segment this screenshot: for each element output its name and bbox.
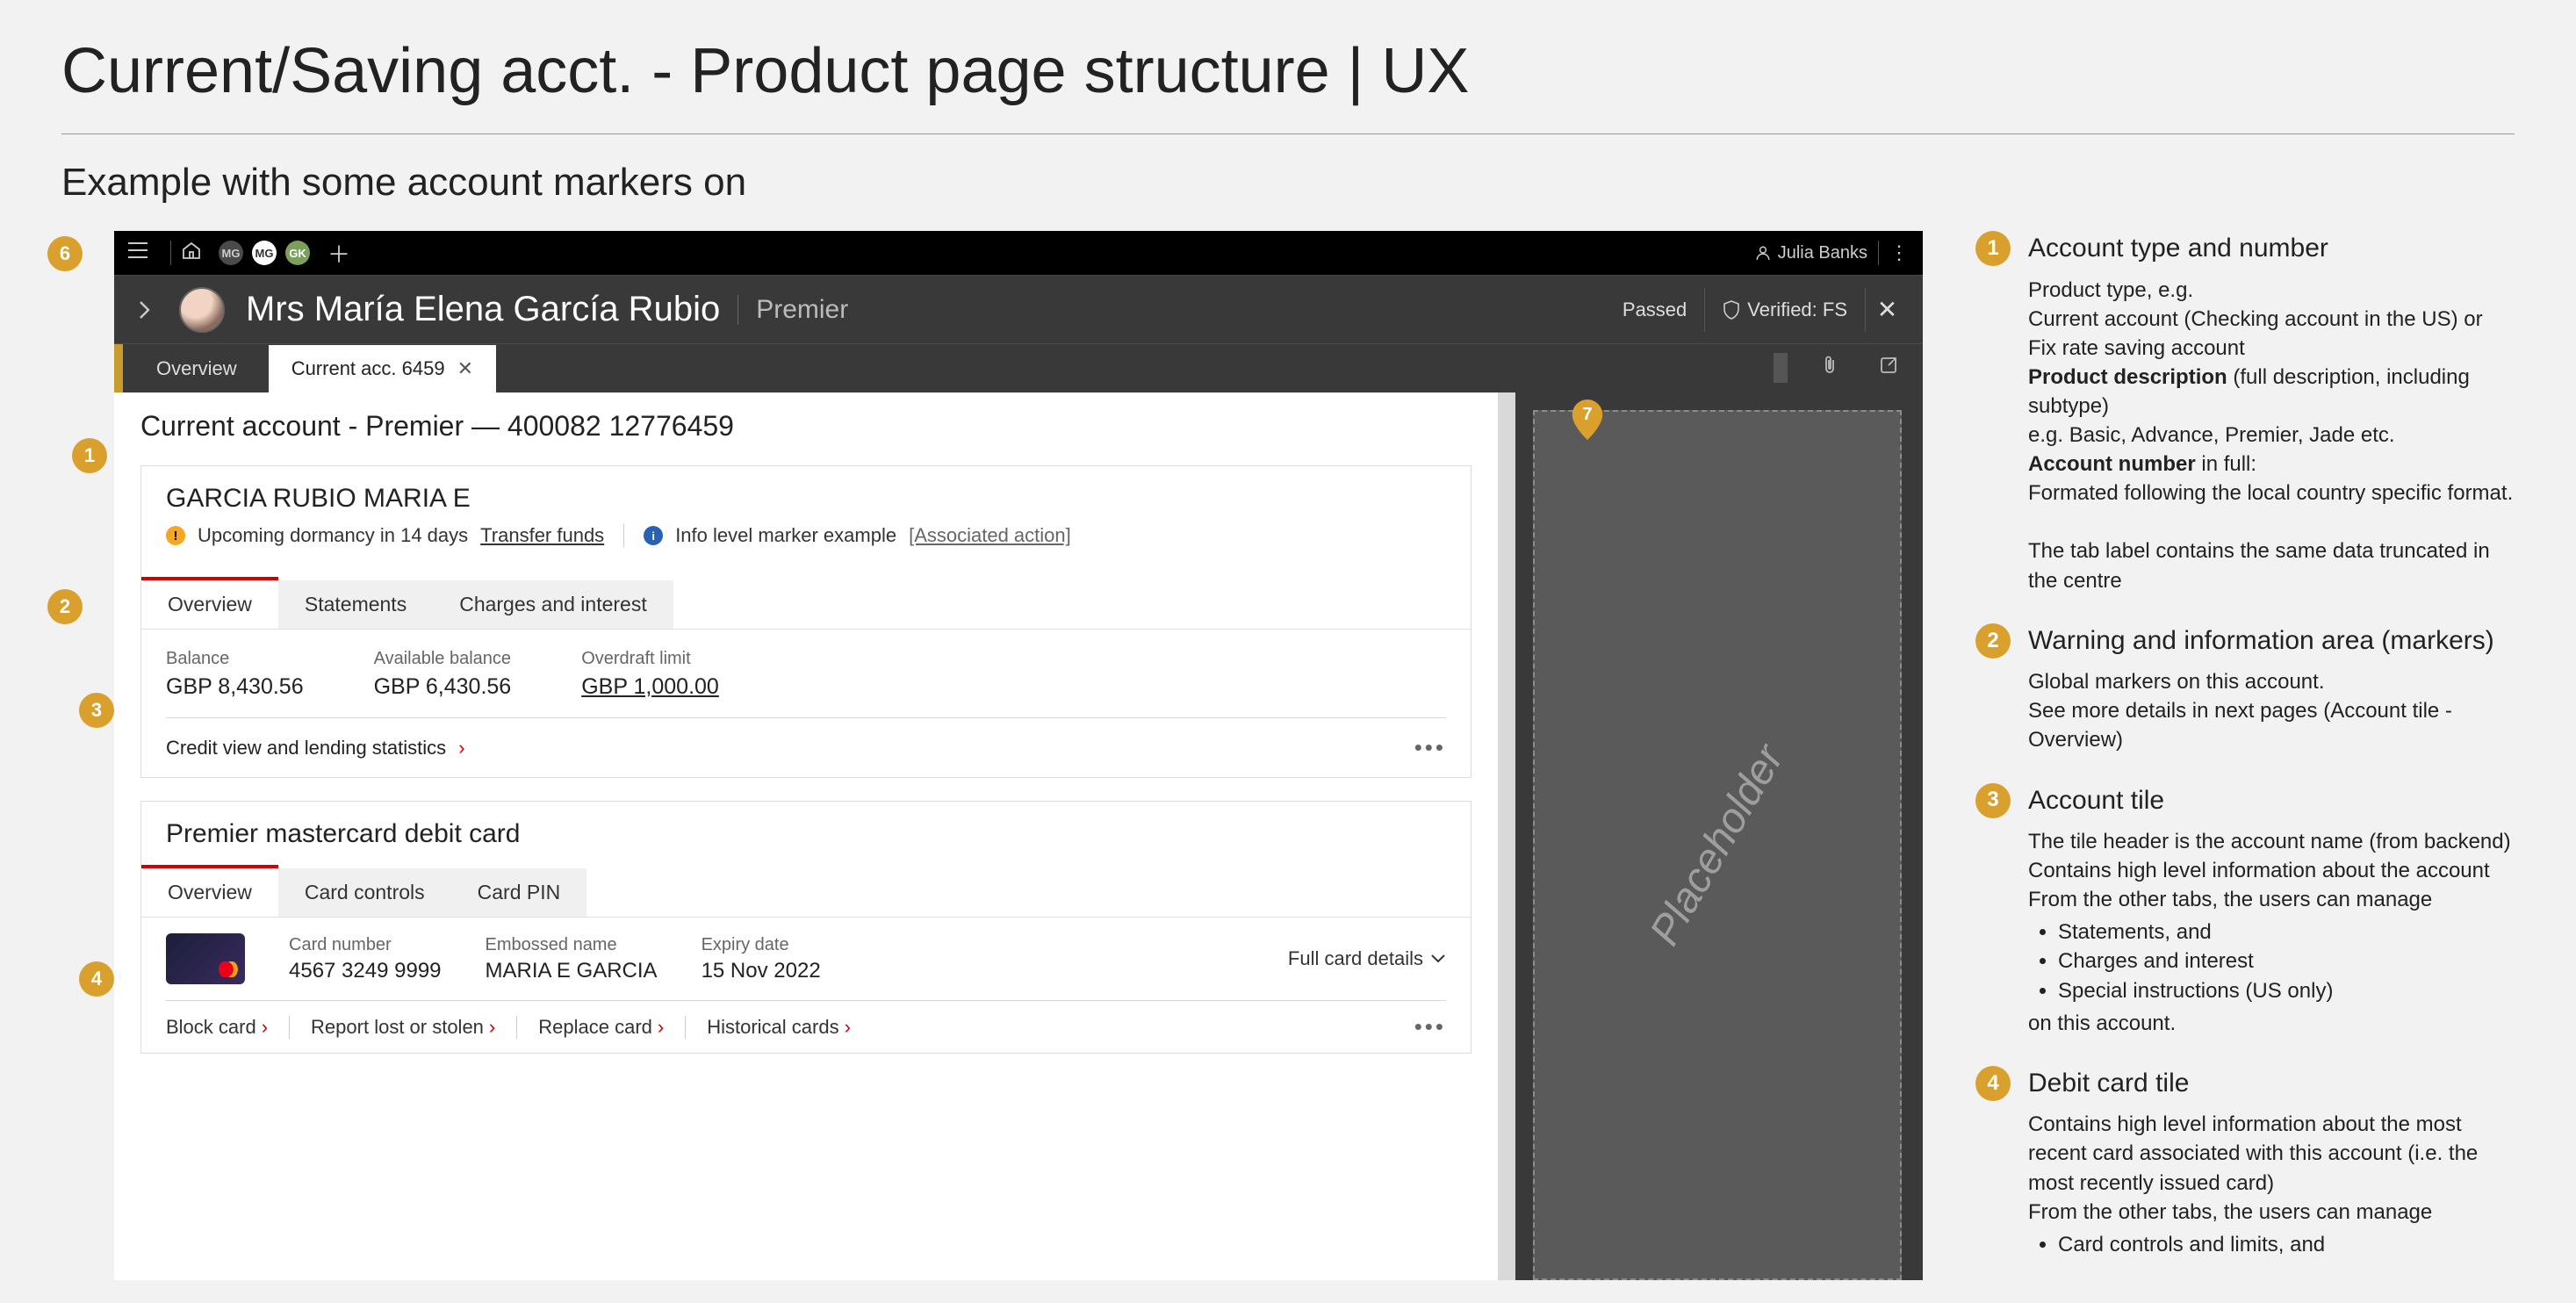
page-title: Current/Saving acct. - Product page stru… [61,35,2515,134]
annotation-3-body: The tile header is the account name (fro… [2028,827,2511,1038]
tab-current-account[interactable]: Current acc. 6459 ✕ [269,345,496,392]
app-topbar: MG MG GK ＋ Julia Banks ⋮ [114,231,1923,275]
available-balance-label: Available balance [374,649,512,669]
customer-tier: Premier [738,295,848,325]
account-name: GARCIA RUBIO MARIA E [166,484,1446,514]
historical-cards-action[interactable]: Historical cards› [685,1016,872,1039]
open-external-icon[interactable] [1872,356,1905,380]
available-balance-value: GBP 6,430.56 [374,674,512,700]
annotation-badge-4: 4 [1975,1066,2011,1101]
product-header: Current account - Premier — 400082 12776… [114,392,1498,465]
workspace-avatar-3[interactable]: GK [285,241,310,265]
transfer-funds-link[interactable]: Transfer funds [480,524,604,547]
customer-avatar [179,287,225,333]
close-tab-icon[interactable]: ✕ [457,357,473,380]
pin-7: 7 [1572,400,1603,440]
user-name: Julia Banks [1778,243,1867,263]
pin-4: 4 [79,961,114,997]
pin-6: 6 [47,236,83,271]
account-tab-charges[interactable]: Charges and interest [433,580,673,629]
overdraft-value[interactable]: GBP 1,000.00 [581,674,719,700]
expand-nav-icon[interactable] [128,293,162,327]
overdraft-label: Overdraft limit [581,649,719,669]
debit-card-tile: Premier mastercard debit card Overview C… [140,801,1471,1054]
balance-value: GBP 8,430.56 [166,674,304,700]
svg-text:7: 7 [1582,405,1592,424]
embossed-name-value: MARIA E GARCIA [486,959,658,983]
card-number-label: Card number [289,935,442,955]
annotation-4-title: Debit card tile [2028,1066,2515,1102]
pin-3: 3 [79,693,114,728]
credit-view-link[interactable]: Credit view and lending statistics › [166,737,465,759]
home-icon[interactable] [182,241,201,264]
full-card-details-link[interactable]: Full card details [1288,947,1446,970]
shield-icon [1723,300,1740,320]
user-icon [1755,245,1771,261]
card-tab-controls[interactable]: Card controls [278,868,451,917]
expiry-value: 15 Nov 2022 [702,959,821,983]
dormancy-marker: Upcoming dormancy in 14 days [198,524,468,547]
annotation-3-title: Account tile [2028,783,2511,819]
workspace-avatar-1[interactable]: MG [219,241,243,265]
annotation-badge-2: 2 [1975,623,2011,659]
current-user[interactable]: Julia Banks [1755,243,1867,263]
info-marker: Info level marker example [675,524,896,547]
report-lost-action[interactable]: Report lost or stolen› [289,1016,516,1039]
account-tab-statements[interactable]: Statements [278,580,433,629]
annotation-badge-3: 3 [1975,783,2011,818]
annotations-column: 1 Account type and number Product type, … [1975,231,2515,1291]
pin-2: 2 [47,589,83,624]
account-tile-menu[interactable]: ••• [1414,734,1446,761]
info-icon: i [644,526,663,545]
navigation-tabs: Overview Current acc. 6459 ✕ [114,343,1923,392]
account-tab-overview[interactable]: Overview [141,577,278,629]
chevron-right-icon: › [458,737,464,759]
card-tile-title: Premier mastercard debit card [166,819,1446,849]
pin-1: 1 [72,438,107,473]
block-card-action[interactable]: Block card› [166,1016,289,1039]
customer-name: Mrs María Elena García Rubio [246,290,720,329]
card-visual [166,933,245,984]
verify-status[interactable]: Verified: FS [1704,288,1865,332]
account-tile-tabs: Overview Statements Charges and interest [141,580,1471,630]
tab-overview[interactable]: Overview [133,345,260,392]
attachment-icon[interactable] [1814,355,1846,381]
annotation-2-title: Warning and information area (markers) [2028,623,2515,659]
marker-row: ! Upcoming dormancy in 14 days Transfer … [166,524,1446,547]
card-tab-pin[interactable]: Card PIN [451,868,587,917]
annotation-2-body: Global markers on this account. See more… [2028,667,2515,754]
expiry-label: Expiry date [702,935,821,955]
card-number-value: 4567 3249 9999 [289,959,442,983]
page-subtitle: Example with some account markers on [61,161,2515,205]
account-tile: GARCIA RUBIO MARIA E ! Upcoming dormancy… [140,465,1471,778]
annotation-4-body: Contains high level information about th… [2028,1110,2515,1259]
card-tile-tabs: Overview Card controls Card PIN [141,868,1471,918]
workspace-avatar-2[interactable]: MG [252,241,277,265]
status-passed: Passed [1623,299,1687,321]
annotation-badge-1: 1 [1975,231,2011,266]
app-mockup: 7 MG MG GK ＋ Julia Banks ⋮ [114,231,1923,1280]
annotation-1-title: Account type and number [2028,231,2515,267]
warning-icon: ! [166,526,185,545]
card-tile-menu[interactable]: ••• [1414,1013,1446,1040]
chevron-down-icon [1430,954,1446,964]
kebab-menu-icon[interactable]: ⋮ [1889,241,1909,264]
customer-header: Mrs María Elena García Rubio Premier Pas… [114,275,1923,343]
replace-card-action[interactable]: Replace card› [516,1016,685,1039]
add-workspace-button[interactable]: ＋ [327,237,350,270]
embossed-name-label: Embossed name [486,935,658,955]
side-panel-placeholder: Placeholder [1533,410,1902,1280]
balance-label: Balance [166,649,304,669]
associated-action-link[interactable]: [Associated action] [909,524,1071,547]
hamburger-icon[interactable] [128,242,148,263]
annotation-1-body: Product type, e.g. Current account (Chec… [2028,276,2515,595]
close-customer-button[interactable]: ✕ [1865,288,1909,332]
card-tab-overview[interactable]: Overview [141,865,278,917]
